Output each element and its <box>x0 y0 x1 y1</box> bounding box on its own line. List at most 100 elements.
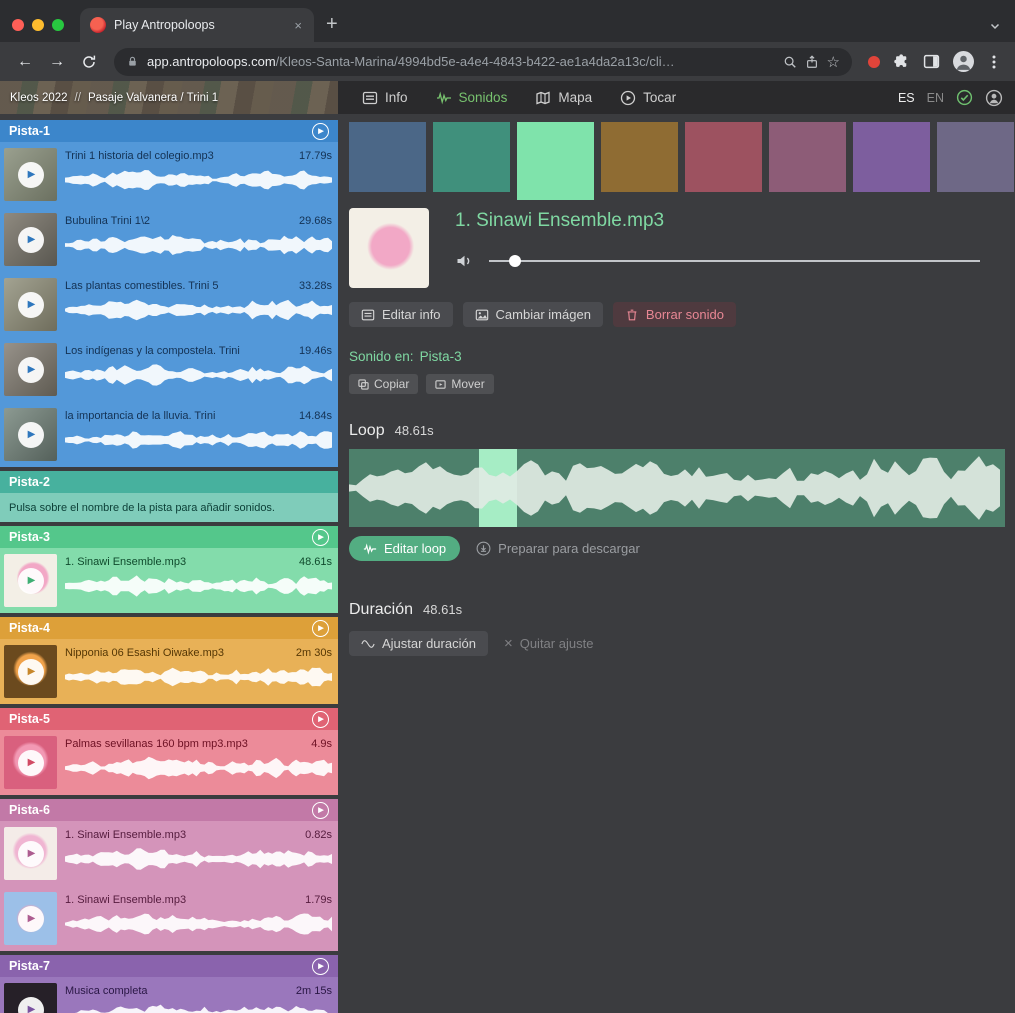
share-icon[interactable] <box>805 55 819 69</box>
nav-info[interactable]: Info <box>362 90 408 106</box>
minimize-window-button[interactable] <box>32 19 44 31</box>
sound-thumbnail[interactable]: ▶ <box>4 554 57 607</box>
browser-tab[interactable]: Play Antropoloops × <box>80 8 314 42</box>
swatch-track-7[interactable] <box>853 122 930 192</box>
new-tab-button[interactable]: + <box>326 14 338 34</box>
edit-info-button[interactable]: Editar info <box>349 302 453 327</box>
play-icon[interactable]: ▶ <box>18 422 44 448</box>
track-header[interactable]: Pista-5 ▶ <box>0 708 338 730</box>
track-link[interactable]: Pista-3 <box>420 349 462 364</box>
sound-thumbnail[interactable]: ▶ <box>4 892 57 945</box>
track-play-button[interactable]: ▶ <box>312 123 329 140</box>
tab-search-chevron-icon[interactable] <box>989 20 1001 32</box>
change-image-button[interactable]: Cambiar imágen <box>463 302 603 327</box>
track-play-button[interactable]: ▶ <box>312 529 329 546</box>
nav-tocar-label: Tocar <box>643 90 676 105</box>
browser-menu-icon[interactable] <box>987 54 1001 70</box>
sound-thumbnail[interactable]: ▶ <box>4 408 57 461</box>
breadcrumb-path[interactable]: Pasaje Valvanera / Trini 1 <box>88 92 218 104</box>
nav-mapa[interactable]: Mapa <box>535 90 592 106</box>
tab-close-icon[interactable]: × <box>292 17 304 34</box>
adjust-duration-button[interactable]: Ajustar duración <box>349 631 488 656</box>
reload-button[interactable] <box>74 48 104 76</box>
play-icon[interactable]: ▶ <box>18 750 44 776</box>
remove-adjust-button[interactable]: × Quitar ajuste <box>504 636 593 651</box>
sound-thumbnail[interactable]: ▶ <box>4 827 57 880</box>
track-header[interactable]: Pista-4 ▶ <box>0 617 338 639</box>
profile-avatar[interactable] <box>953 51 974 72</box>
track-header[interactable]: Pista-2 <box>0 471 338 493</box>
nav-tocar[interactable]: Tocar <box>620 90 676 106</box>
adjust-duration-label: Ajustar duración <box>382 636 476 651</box>
play-icon[interactable]: ▶ <box>18 906 44 932</box>
play-icon[interactable]: ▶ <box>18 227 44 253</box>
close-window-button[interactable] <box>12 19 24 31</box>
back-button[interactable]: ← <box>10 48 40 76</box>
prepare-download-button[interactable]: Preparar para descargar <box>476 541 640 556</box>
sound-thumbnail[interactable]: ▶ <box>4 343 57 396</box>
track-header[interactable]: Pista-7 ▶ <box>0 955 338 977</box>
bookmark-star-icon[interactable]: ☆ <box>827 53 840 71</box>
sound-item[interactable]: ▶ 1. Sinawi Ensemble.mp3 1.79s <box>0 886 338 951</box>
extensions-puzzle-icon[interactable] <box>893 53 910 70</box>
track-header[interactable]: Pista-1 ▶ <box>0 120 338 142</box>
sound-item[interactable]: ▶ Trini 1 historia del colegio.mp3 17.79… <box>0 142 338 207</box>
sound-item[interactable]: ▶ Nipponia 06 Esashi Oiwake.mp3 2m 30s <box>0 639 338 704</box>
swatch-track-3-selected[interactable] <box>517 122 594 200</box>
forward-button[interactable]: → <box>42 48 72 76</box>
play-icon[interactable]: ▶ <box>18 292 44 318</box>
sound-item[interactable]: ▶ Bubulina Trini 1\2 29.68s <box>0 207 338 272</box>
sound-thumbnail[interactable]: ▶ <box>4 213 57 266</box>
sound-item[interactable]: ▶ Los indígenas y la compostela. Trini 1… <box>0 337 338 402</box>
nav-sonidos[interactable]: Sonidos <box>436 90 508 106</box>
side-panel-icon[interactable] <box>923 53 940 70</box>
swatch-track-1[interactable] <box>349 122 426 192</box>
swatch-track-5[interactable] <box>685 122 762 192</box>
breadcrumb[interactable]: Kleos 2022 // Pasaje Valvanera / Trini 1 <box>0 81 338 114</box>
play-icon[interactable]: ▶ <box>18 162 44 188</box>
fullscreen-window-button[interactable] <box>52 19 64 31</box>
play-icon[interactable]: ▶ <box>18 568 44 594</box>
sound-thumbnail[interactable]: ▶ <box>4 983 57 1013</box>
track-header[interactable]: Pista-3 ▶ <box>0 526 338 548</box>
recording-extension-icon[interactable] <box>868 56 880 68</box>
track-play-button[interactable]: ▶ <box>312 620 329 637</box>
url-bar[interactable]: app.antropoloops.com/Kleos-Santa-Marina/… <box>114 48 852 76</box>
download-icon <box>476 541 491 556</box>
track-play-button[interactable]: ▶ <box>312 802 329 819</box>
copy-button[interactable]: Copiar <box>349 374 418 394</box>
sound-thumbnail[interactable]: ▶ <box>4 148 57 201</box>
swatch-track-8[interactable] <box>937 122 1014 192</box>
sound-item[interactable]: ▶ 1. Sinawi Ensemble.mp3 0.82s <box>0 821 338 886</box>
sound-thumbnail[interactable]: ▶ <box>4 278 57 331</box>
loop-waveform[interactable] <box>349 449 1005 527</box>
lang-es[interactable]: ES <box>898 91 915 105</box>
volume-slider[interactable] <box>489 254 980 268</box>
play-icon[interactable]: ▶ <box>18 357 44 383</box>
sound-item-selected[interactable]: ▶ 1. Sinawi Ensemble.mp3 48.61s <box>0 548 338 613</box>
zoom-icon[interactable] <box>783 55 797 69</box>
edit-loop-button[interactable]: Editar loop <box>349 536 460 561</box>
play-icon[interactable]: ▶ <box>18 997 44 1013</box>
track-header[interactable]: Pista-6 ▶ <box>0 799 338 821</box>
sound-item[interactable]: ▶ Palmas sevillanas 160 bpm mp3.mp3 4.9s <box>0 730 338 795</box>
lang-en[interactable]: EN <box>927 91 944 105</box>
move-button[interactable]: Mover <box>426 374 493 394</box>
sound-item[interactable]: ▶ Las plantas comestibles. Trini 5 33.28… <box>0 272 338 337</box>
sound-item[interactable]: ▶ la importancia de la lluvia. Trini 14.… <box>0 402 338 467</box>
play-icon[interactable]: ▶ <box>18 841 44 867</box>
swatch-track-4[interactable] <box>601 122 678 192</box>
delete-sound-button[interactable]: Borrar sonido <box>613 302 736 327</box>
account-icon[interactable] <box>985 89 1003 107</box>
swatch-track-2[interactable] <box>433 122 510 192</box>
track-play-button[interactable]: ▶ <box>312 711 329 728</box>
swatch-track-6[interactable] <box>769 122 846 192</box>
breadcrumb-project[interactable]: Kleos 2022 <box>10 92 68 104</box>
volume-slider-thumb[interactable] <box>509 255 521 267</box>
track-play-button[interactable]: ▶ <box>312 958 329 975</box>
play-icon[interactable]: ▶ <box>18 659 44 685</box>
sound-item[interactable]: ▶ Musica completa 2m 15s <box>0 977 338 1013</box>
sound-thumbnail[interactable]: ▶ <box>4 736 57 789</box>
sound-image[interactable] <box>349 208 429 288</box>
sound-thumbnail[interactable]: ▶ <box>4 645 57 698</box>
